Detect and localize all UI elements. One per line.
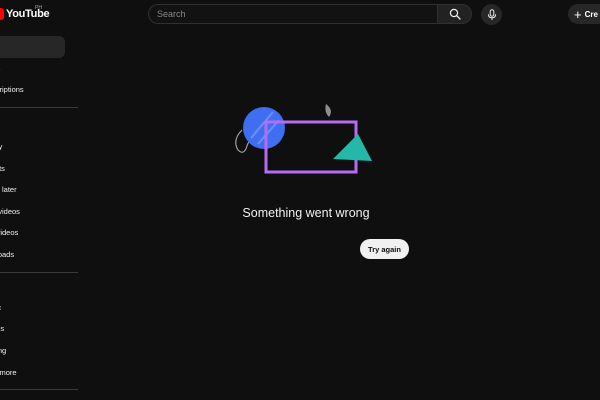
leaf-shape: [325, 104, 331, 117]
sidebar-item-learning[interactable]: ning: [0, 339, 65, 361]
sidebar-divider: [0, 107, 78, 108]
youtube-logo[interactable]: YouTube PH: [0, 5, 50, 22]
try-again-button[interactable]: Try again: [360, 239, 409, 259]
plus-icon: +: [574, 6, 582, 22]
sidebar-item-your-videos[interactable]: r videos: [0, 221, 65, 243]
search-input[interactable]: [157, 9, 427, 19]
sidebar-item-label: w more: [0, 367, 17, 377]
sidebar-item-label: nloads: [0, 249, 15, 259]
sidebar-item-label: ory: [0, 141, 3, 151]
search-box: [148, 4, 437, 24]
circle-shape: [243, 107, 285, 149]
create-button[interactable]: + Cre: [568, 4, 600, 24]
triangle-shape: [333, 134, 372, 161]
search-button[interactable]: [437, 4, 472, 24]
logo-text: YouTube: [6, 8, 50, 20]
sidebar-item-subscriptions[interactable]: scriptions: [0, 78, 65, 100]
youtube-logo-icon: [0, 8, 4, 20]
sidebar-divider: [0, 389, 78, 390]
sidebar-item-home[interactable]: ne: [0, 36, 65, 58]
sidebar-item-label: ning: [0, 345, 7, 355]
sidebar-item-show-more[interactable]: w more: [0, 361, 65, 383]
sidebar-item-label: ries: [0, 323, 5, 333]
sidebar-item-playlists[interactable]: lists: [0, 157, 65, 179]
sidebar-divider: [0, 272, 78, 273]
error-title: Something went wrong: [242, 206, 370, 220]
sidebar-item-movies[interactable]: ries: [0, 317, 65, 339]
sidebar-item-label: ch later: [0, 184, 17, 194]
country-code: PH: [35, 5, 42, 11]
sidebar-item-downloads[interactable]: nloads: [0, 243, 65, 265]
sidebar-item-music[interactable]: sic: [0, 296, 65, 318]
sidebar-item-label: scriptions: [0, 84, 24, 94]
sidebar-item-history[interactable]: ory: [0, 135, 65, 157]
create-label: Cre: [584, 9, 598, 19]
sidebar-item-label: r videos: [0, 227, 19, 237]
sidebar-item-label: sic: [0, 303, 1, 312]
microphone-icon: [487, 8, 496, 20]
top-bar: YouTube PH + Cre: [0, 0, 600, 28]
error-illustration: [235, 104, 372, 174]
search-icon: [449, 8, 461, 20]
sidebar-item-shorts[interactable]: rts: [0, 57, 65, 79]
voice-search-button[interactable]: [481, 4, 502, 25]
sidebar-item-watch-later[interactable]: ch later: [0, 178, 65, 200]
sidebar-item-label: lists: [0, 163, 5, 173]
